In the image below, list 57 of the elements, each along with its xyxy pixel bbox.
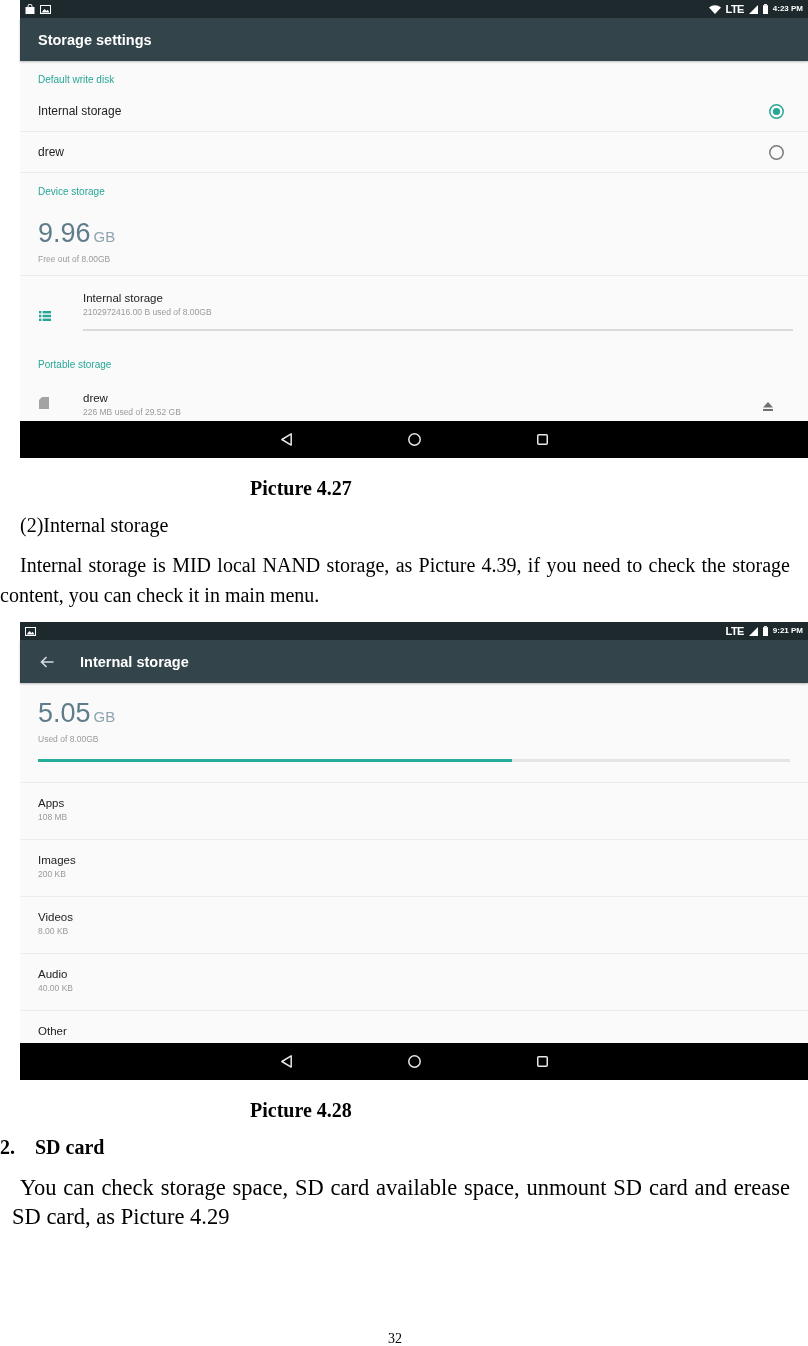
bag-icon (25, 4, 35, 14)
category-title[interactable]: Other (38, 1023, 67, 1039)
recents-icon[interactable] (536, 1056, 548, 1067)
back-icon[interactable] (280, 433, 292, 446)
network-type: LTE (725, 3, 744, 15)
option-label[interactable]: drew (38, 145, 64, 159)
volume-title[interactable]: Internal storage (83, 290, 163, 306)
sd-card-icon (39, 397, 49, 409)
category-size: 40.00 KB (38, 982, 73, 994)
category-title[interactable]: Apps (38, 795, 65, 811)
section-header: Device storage (38, 186, 105, 198)
image-icon (40, 4, 51, 14)
signal-icon (748, 4, 758, 14)
body-paragraph: You can check storage space, SD card available space, unmount SD card and erease SD card, as Picture 4.29 (12, 1174, 790, 1231)
heading-number: 2. (0, 1135, 15, 1159)
eject-icon[interactable] (763, 402, 773, 411)
volume-detail: 226 MB used of 29.52 GB (83, 406, 181, 418)
storage-amount: 9.96 (38, 217, 91, 249)
battery-icon (762, 626, 768, 636)
section-header: Default write disk (38, 74, 115, 86)
network-type: LTE (725, 625, 744, 637)
back-icon[interactable] (280, 1055, 292, 1068)
home-icon[interactable] (407, 433, 421, 446)
section-heading: SD card (35, 1135, 105, 1159)
radio-button[interactable] (769, 103, 784, 119)
category-size: 200 KB (38, 868, 66, 880)
section-header: Portable storage (38, 359, 112, 371)
status-time: 4:23 PM (772, 4, 803, 14)
screen-title: Storage settings (38, 31, 152, 48)
category-size: 108 MB (38, 811, 68, 823)
volume-detail: 2102972416.00 B used of 8.00GB (83, 306, 212, 318)
radio-button[interactable] (769, 144, 784, 160)
status-time: 9:21 PM (772, 626, 803, 636)
category-size: 8.00 KB (38, 925, 69, 937)
section-heading: (2)Internal storage (20, 513, 169, 537)
storage-caption: Used of 8.00GB (38, 733, 99, 745)
volume-title[interactable]: drew (83, 390, 108, 406)
storage-unit: GB (93, 708, 116, 725)
image-icon (25, 626, 36, 636)
home-icon[interactable] (407, 1055, 421, 1068)
page-number: 32 (388, 1332, 402, 1346)
category-title[interactable]: Videos (38, 909, 73, 925)
storage-amount: 5.05 (38, 697, 91, 729)
category-title[interactable]: Images (38, 852, 76, 868)
figure-caption: Picture 4.27 (250, 476, 352, 500)
screen-title: Internal storage (80, 653, 189, 670)
signal-icon (748, 626, 758, 636)
back-arrow-icon[interactable] (40, 655, 54, 668)
figure-caption: Picture 4.28 (250, 1098, 352, 1122)
recents-icon[interactable] (536, 434, 548, 445)
option-label[interactable]: Internal storage (38, 104, 122, 118)
battery-icon (762, 4, 768, 14)
body-paragraph: Internal storage is MID local NAND storage, as Picture 4.39, if you need to check the storage content, you can check it in main menu. (0, 553, 790, 609)
list-icon (39, 311, 51, 321)
storage-unit: GB (93, 228, 116, 245)
storage-caption: Free out of 8.00GB (38, 253, 111, 265)
category-title[interactable]: Audio (38, 966, 68, 982)
